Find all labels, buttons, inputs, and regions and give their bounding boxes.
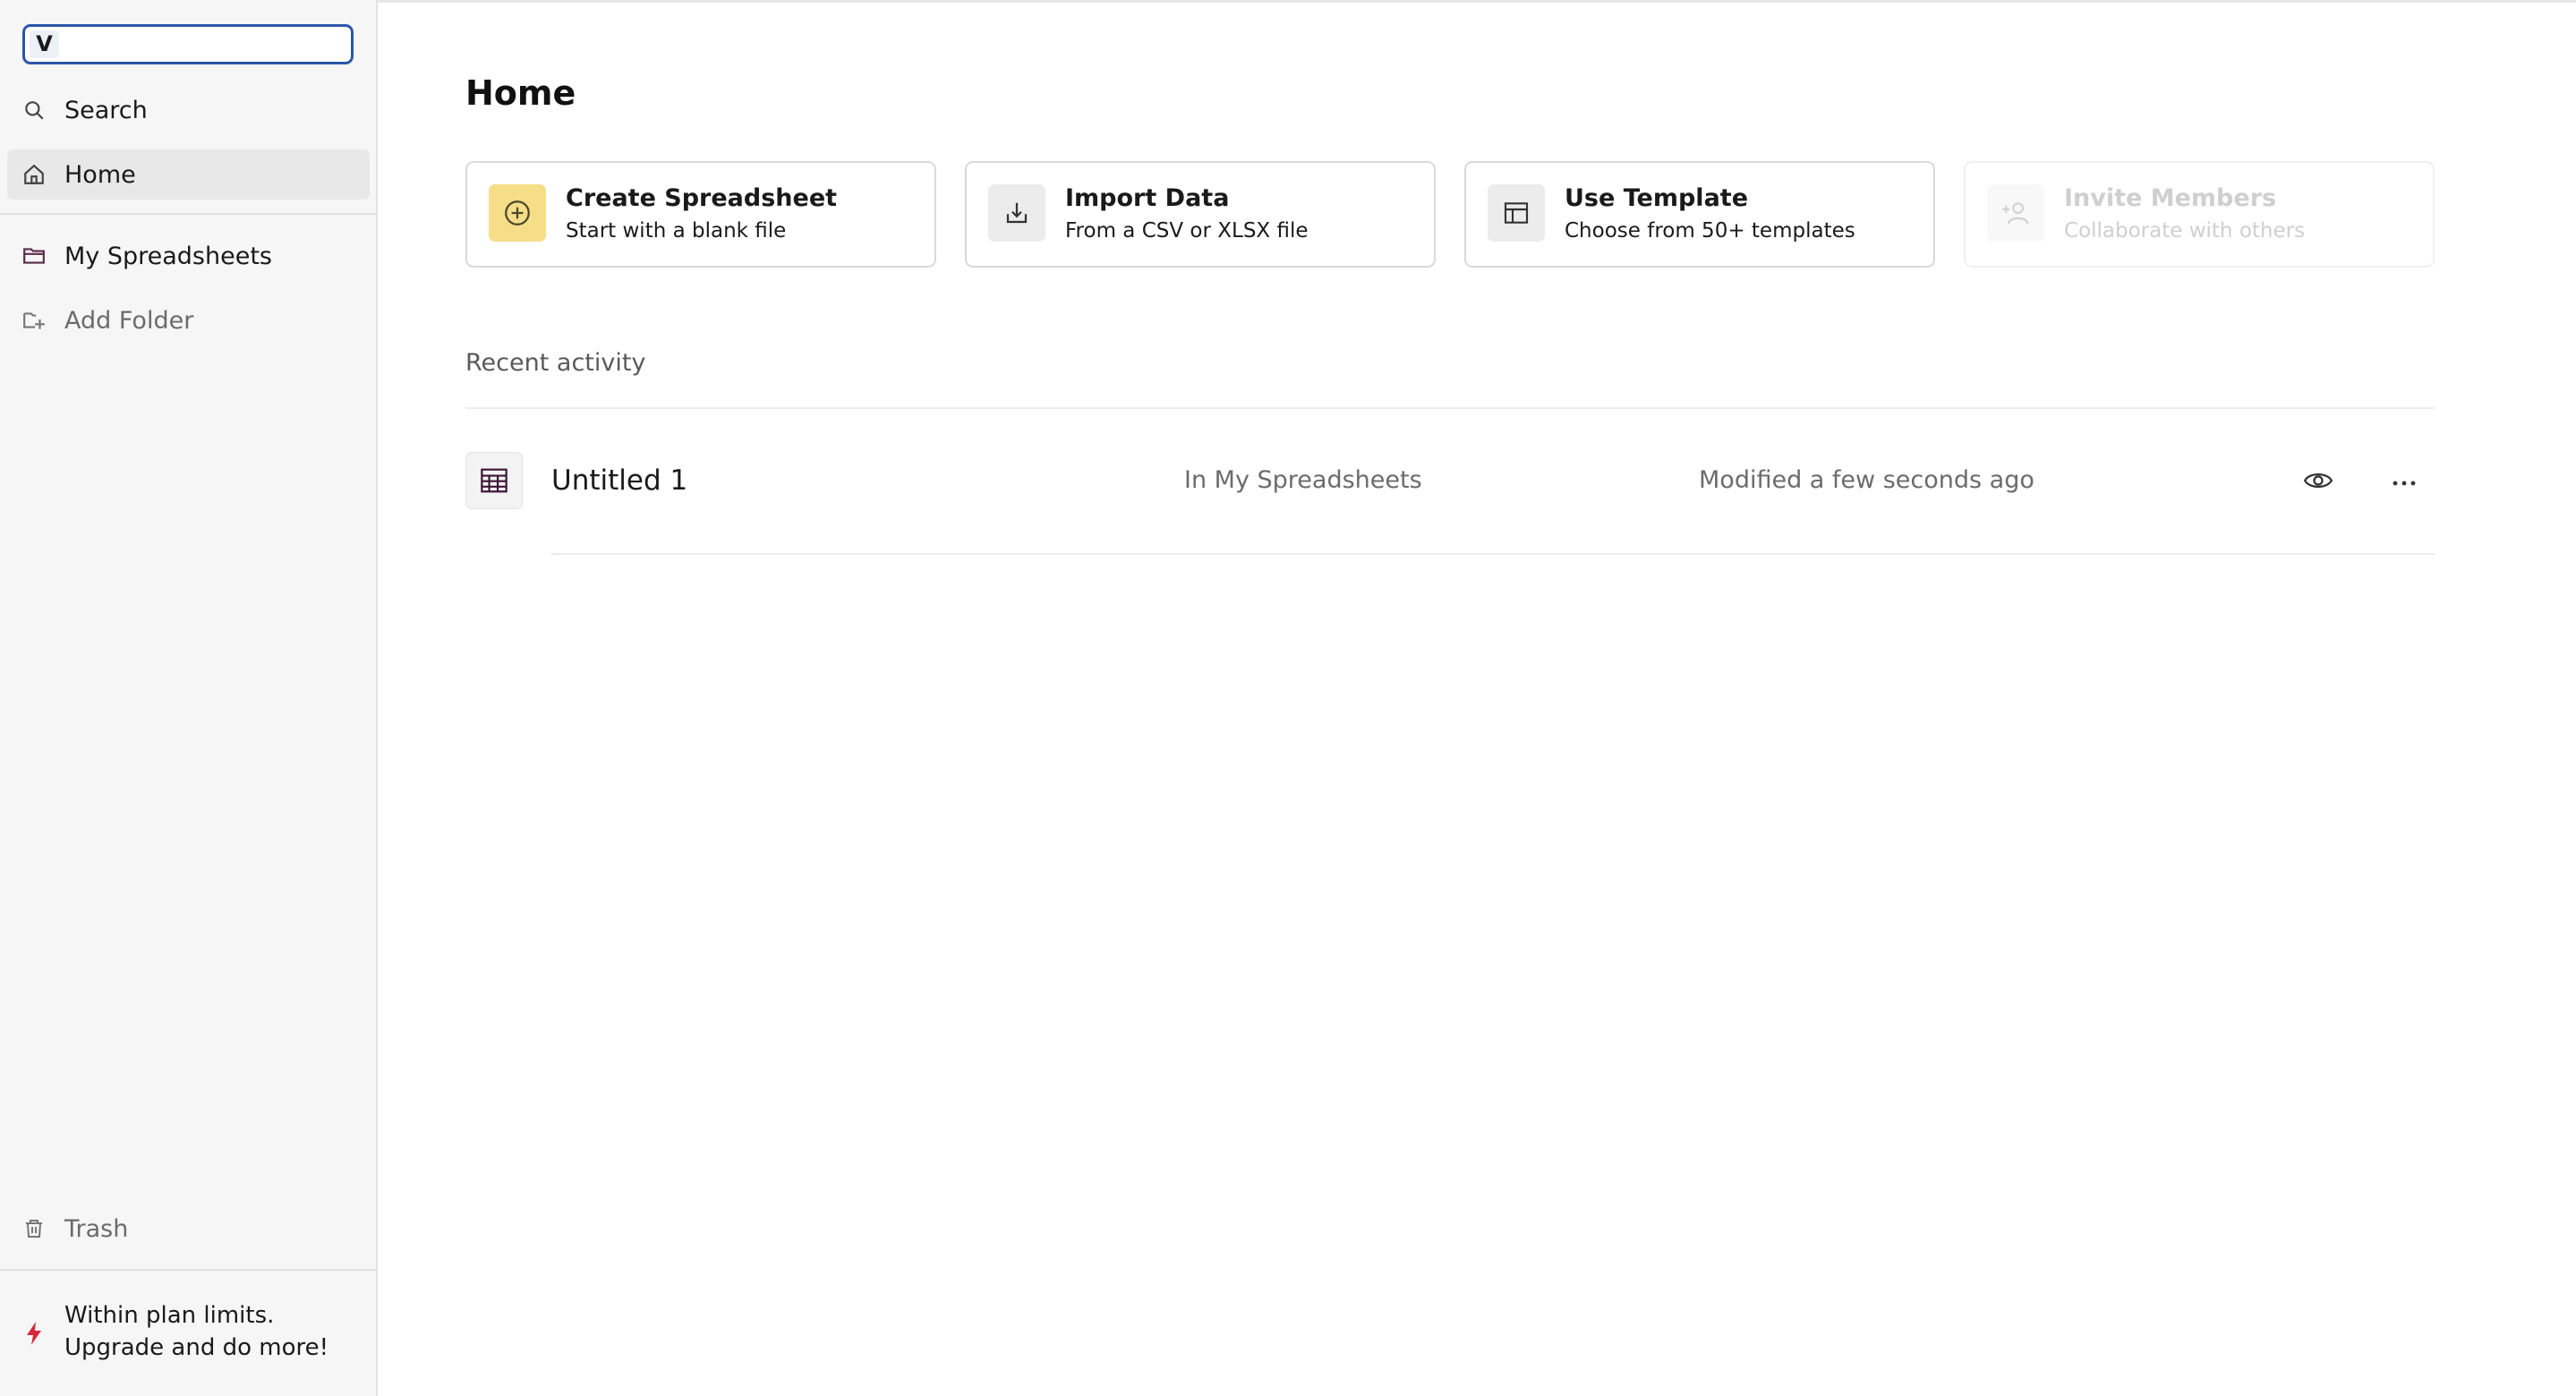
card-subtitle: Collaborate with others — [2064, 219, 2306, 243]
workspace-badge: V — [30, 30, 59, 58]
eye-icon — [2303, 465, 2333, 499]
card-title: Invite Members — [2064, 184, 2277, 212]
sidebar-item-trash[interactable]: Trash — [7, 1204, 370, 1254]
row-divider — [551, 553, 2435, 555]
sidebar-divider — [0, 213, 376, 215]
upgrade-banner[interactable]: Within plan limits. Upgrade and do more! — [7, 1289, 370, 1378]
download-tray-icon — [988, 184, 1045, 242]
spreadsheet-icon — [465, 452, 523, 509]
create-spreadsheet-card[interactable]: Create Spreadsheet Start with a blank fi… — [465, 161, 936, 268]
use-template-card[interactable]: Use Template Choose from 50+ templates — [1464, 161, 1935, 268]
sidebar-item-label: Home — [64, 160, 136, 189]
home-icon — [21, 162, 47, 187]
upgrade-text: Within plan limits. Upgrade and do more! — [64, 1299, 328, 1364]
sidebar-divider — [0, 1269, 376, 1271]
upgrade-line-1: Within plan limits. — [64, 1302, 275, 1329]
lightning-icon — [21, 1321, 47, 1346]
card-title: Use Template — [1565, 184, 1749, 212]
sidebar-item-label: Add Folder — [64, 306, 194, 335]
recent-item-row[interactable]: Untitled 1 In My Spreadsheets Modified a… — [465, 452, 2435, 515]
folder-icon — [21, 243, 47, 268]
card-title: Import Data — [1065, 184, 1230, 212]
card-subtitle: Start with a blank file — [566, 219, 787, 243]
page-title: Home — [465, 73, 576, 113]
sidebar-item-home[interactable]: Home — [7, 149, 370, 200]
sidebar-item-add-folder[interactable]: Add Folder — [7, 295, 370, 345]
layout-template-icon — [1488, 184, 1545, 242]
sidebar-item-label: Search — [64, 96, 148, 124]
divider — [465, 407, 2435, 409]
user-plus-icon — [1987, 184, 2044, 242]
more-horizontal-icon — [2391, 474, 2418, 491]
card-title: Create Spreadsheet — [566, 184, 838, 212]
sidebar: V Search Home My Spreadsheets Add Folder… — [0, 0, 378, 1396]
plus-circle-icon — [489, 184, 546, 242]
sidebar-item-my-spreadsheets[interactable]: My Spreadsheets — [7, 231, 370, 281]
upgrade-line-2: Upgrade and do more! — [64, 1334, 329, 1361]
sidebar-item-search[interactable]: Search — [7, 85, 370, 135]
sidebar-item-label: My Spreadsheets — [64, 242, 272, 270]
file-modified: Modified a few seconds ago — [1699, 466, 2034, 494]
folder-plus-icon — [21, 308, 47, 333]
preview-button[interactable] — [2297, 461, 2340, 504]
sidebar-item-label: Trash — [64, 1214, 129, 1243]
recent-activity-heading: Recent activity — [465, 349, 646, 377]
top-border — [0, 0, 2576, 3]
workspace-name-input[interactable]: V — [22, 24, 354, 64]
more-options-button[interactable] — [2383, 461, 2426, 504]
file-location: In My Spreadsheets — [1184, 466, 1422, 494]
card-subtitle: From a CSV or XLSX file — [1065, 219, 1309, 243]
trash-icon — [21, 1216, 47, 1241]
invite-members-card: Invite Members Collaborate with others — [1964, 161, 2435, 268]
card-subtitle: Choose from 50+ templates — [1565, 219, 1855, 243]
import-data-card[interactable]: Import Data From a CSV or XLSX file — [965, 161, 1436, 268]
search-icon — [21, 98, 47, 123]
file-name[interactable]: Untitled 1 — [551, 464, 687, 497]
